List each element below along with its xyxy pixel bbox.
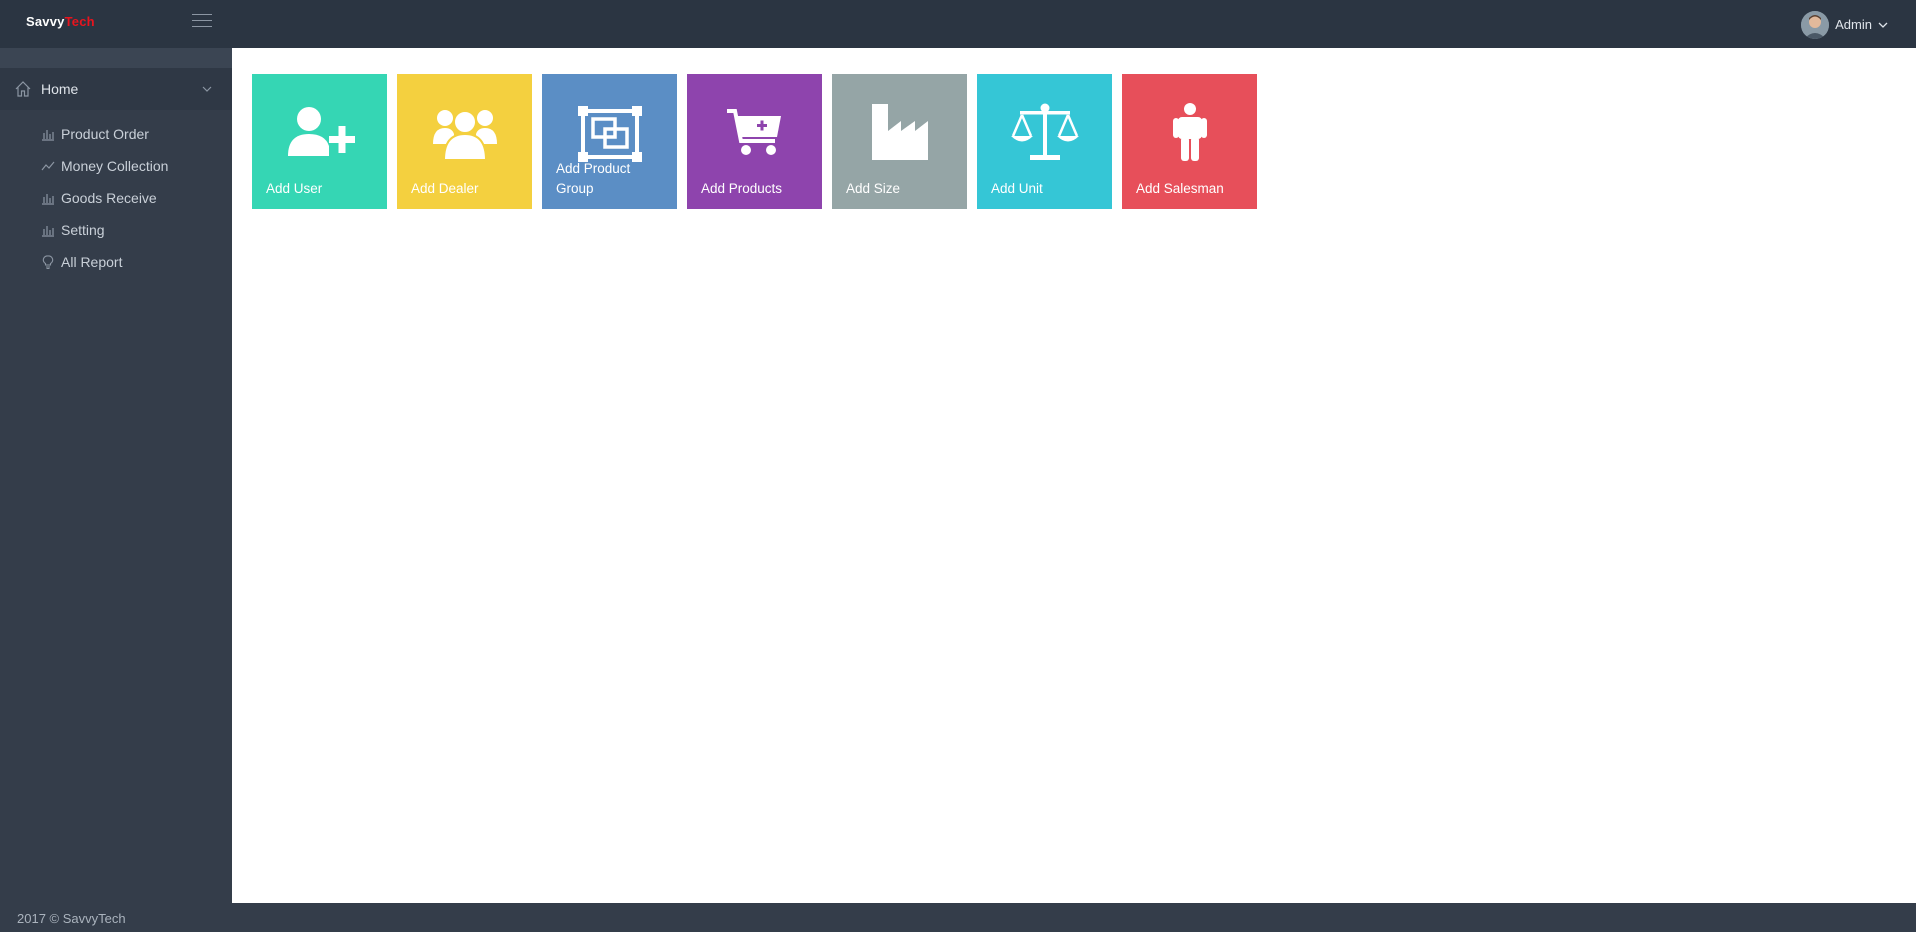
add-unit-tile[interactable]: Add Unit bbox=[977, 74, 1112, 209]
male-icon bbox=[1172, 103, 1207, 161]
industry-icon bbox=[871, 104, 928, 160]
tile-label: Add Product Group bbox=[556, 161, 631, 196]
sidebar-item-label: Setting bbox=[61, 222, 105, 238]
add-size-tile[interactable]: Add Size bbox=[832, 74, 967, 209]
footer: 2017 © SavvyTech bbox=[0, 903, 1916, 932]
brand-logo[interactable]: SavvyTech bbox=[26, 14, 95, 29]
lightbulb-icon bbox=[42, 255, 54, 269]
sidebar-item-label: Product Order bbox=[61, 126, 149, 142]
top-bar: SavvyTech Admin bbox=[0, 0, 1916, 48]
quick-action-tiles: Add User Add Dealer Add Product Group Ad… bbox=[252, 74, 1267, 209]
sidebar-spacer bbox=[0, 48, 232, 68]
object-group-icon bbox=[577, 106, 642, 162]
copyright-text: 2017 © SavvyTech bbox=[17, 911, 126, 926]
sidebar-item-product-order[interactable]: Product Order bbox=[0, 118, 232, 150]
sidebar-item-setting[interactable]: Setting bbox=[0, 214, 232, 246]
add-product-group-tile[interactable]: Add Product Group bbox=[542, 74, 677, 209]
bar-chart-icon bbox=[42, 130, 54, 141]
line-chart-icon bbox=[41, 161, 55, 171]
tile-label: Add Products bbox=[701, 181, 783, 196]
add-user-icon bbox=[287, 107, 355, 156]
sidebar-item-label: Home bbox=[41, 81, 79, 97]
chevron-down-icon bbox=[1878, 22, 1888, 28]
user-menu[interactable]: Admin bbox=[1801, 10, 1888, 39]
chevron-down-icon bbox=[202, 86, 212, 92]
add-salesman-tile[interactable]: Add Salesman bbox=[1122, 74, 1257, 209]
sidebar-item-label: All Report bbox=[61, 254, 123, 270]
tile-label: Add Size bbox=[846, 181, 901, 196]
cart-plus-icon bbox=[726, 109, 781, 155]
sidebar-item-all-report[interactable]: All Report bbox=[0, 246, 232, 278]
avatar bbox=[1801, 10, 1830, 39]
sidebar-item-home[interactable]: Home bbox=[0, 68, 232, 110]
user-name: Admin bbox=[1835, 17, 1872, 32]
brand-name-part2: Tech bbox=[64, 14, 95, 29]
menu-toggle-icon[interactable] bbox=[192, 14, 212, 30]
home-icon bbox=[15, 81, 31, 97]
sidebar: Home Product Order Money Collection Good… bbox=[0, 48, 232, 903]
tile-label: Add Salesman bbox=[1136, 181, 1224, 196]
users-group-icon bbox=[432, 110, 497, 160]
bar-chart-icon bbox=[42, 194, 54, 205]
add-dealer-tile[interactable]: Add Dealer bbox=[397, 74, 532, 209]
sidebar-submenu: Product Order Money Collection Goods Rec… bbox=[0, 110, 232, 278]
tile-label: Add Dealer bbox=[411, 181, 479, 196]
brand-name-part1: Savvy bbox=[26, 14, 65, 29]
add-user-tile[interactable]: Add User bbox=[252, 74, 387, 209]
sidebar-item-money-collection[interactable]: Money Collection bbox=[0, 150, 232, 182]
sidebar-item-label: Goods Receive bbox=[61, 190, 157, 206]
add-products-tile[interactable]: Add Products bbox=[687, 74, 822, 209]
tile-label: Add User bbox=[266, 181, 323, 196]
sidebar-item-label: Money Collection bbox=[61, 158, 169, 174]
balance-scale-icon bbox=[1010, 103, 1079, 160]
tile-label: Add Unit bbox=[991, 181, 1043, 196]
bar-chart-icon bbox=[42, 226, 54, 237]
main-content: Add User Add Dealer Add Product Group Ad… bbox=[232, 48, 1916, 903]
sidebar-item-goods-receive[interactable]: Goods Receive bbox=[0, 182, 232, 214]
